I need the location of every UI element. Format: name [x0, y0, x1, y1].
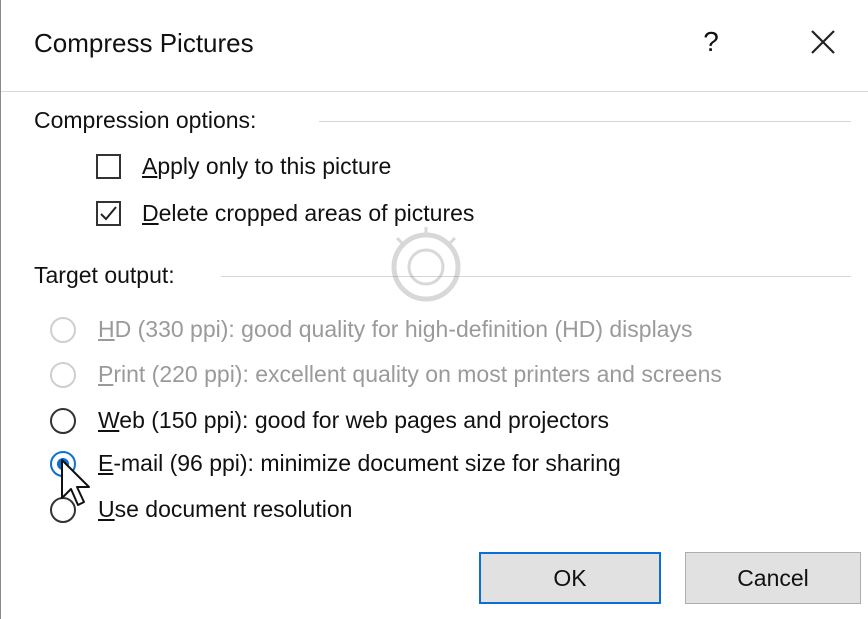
target-option-radio [50, 361, 76, 388]
apply-only-checkbox-row[interactable]: Apply only to this picture [96, 153, 391, 180]
watermark-logo [391, 227, 461, 302]
target-option-radio [50, 316, 76, 343]
radio-selected-dot [57, 457, 69, 470]
apply-only-label: Apply only to this picture [142, 153, 392, 179]
help-button[interactable]: ? [691, 22, 731, 62]
target-option-label: Web (150 ppi): good for web pages and pr… [98, 407, 610, 433]
target-option-radio[interactable] [50, 450, 76, 477]
apply-only-checkbox[interactable] [96, 154, 121, 179]
target-option-row: Print (220 ppi): excellent quality on mo… [50, 361, 722, 388]
target-output-header: Target output: [34, 262, 175, 288]
compression-options-header: Compression options: [34, 107, 257, 133]
target-option-row[interactable]: Web (150 ppi): good for web pages and pr… [50, 407, 609, 434]
target-option-label: Use document resolution [98, 496, 353, 522]
delete-cropped-checkbox-row[interactable]: Delete cropped areas of pictures [96, 200, 474, 227]
title-bar: Compress Pictures ? [1, 0, 868, 92]
target-option-label: E-mail (96 ppi): minimize document size … [98, 450, 621, 476]
target-option-row[interactable]: E-mail (96 ppi): minimize document size … [50, 450, 621, 477]
cancel-button[interactable]: Cancel [685, 552, 861, 604]
target-option-label: Print (220 ppi): excellent quality on mo… [98, 361, 722, 387]
close-icon [811, 30, 835, 54]
target-option-radio[interactable] [50, 496, 76, 523]
close-button[interactable] [801, 20, 845, 64]
compress-pictures-dialog: Compress Pictures ? Compression options:… [0, 0, 868, 619]
target-option-radio[interactable] [50, 407, 76, 434]
target-option-row: HD (330 ppi): good quality for high-defi… [50, 316, 692, 343]
target-option-row[interactable]: Use document resolution [50, 496, 352, 523]
section-divider [319, 121, 851, 122]
target-option-label: HD (330 ppi): good quality for high-defi… [98, 316, 693, 342]
dialog-title: Compress Pictures [34, 28, 254, 58]
checkmark-icon [100, 206, 117, 221]
ok-button[interactable]: OK [479, 552, 661, 604]
delete-cropped-label: Delete cropped areas of pictures [142, 200, 475, 226]
delete-cropped-checkbox[interactable] [96, 201, 121, 226]
section-divider [221, 276, 851, 277]
